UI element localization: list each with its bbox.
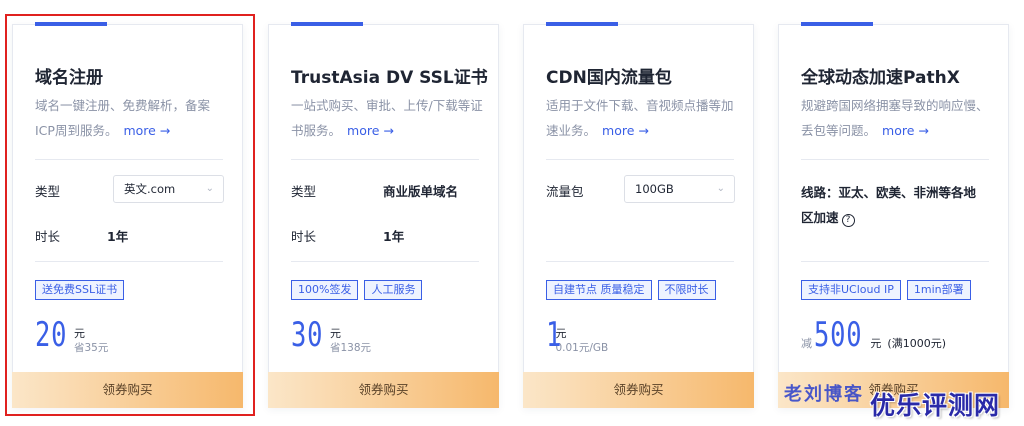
price-saving: 0.01元/GB xyxy=(555,342,609,354)
type-label: 类型 xyxy=(291,184,317,199)
feature-tag: 1min部署 xyxy=(906,280,971,300)
price: 30 元省138元 xyxy=(291,315,371,355)
feature-tags: 支持非UCloud IP 1min部署 xyxy=(801,278,977,300)
price-number: 20 xyxy=(35,315,68,355)
price-prefix: 减 xyxy=(801,337,812,350)
card-title: TrustAsia DV SSL证书 xyxy=(291,68,488,88)
route-info: 线路：亚太、欧美、非洲等各地区加速? xyxy=(801,180,987,230)
duration-row: 时长 1年 xyxy=(35,226,128,245)
feature-tag: 不限时长 xyxy=(657,280,716,300)
type-row: 类型 商业版单域名 xyxy=(291,181,458,200)
feature-tag: 自建节点 质量稳定 xyxy=(546,280,652,300)
more-link[interactable]: more → xyxy=(123,123,170,138)
route-text: 线路：亚太、欧美、非洲等各地区加速 xyxy=(801,185,977,225)
price-number: 500 xyxy=(814,315,863,355)
product-card-pathx: 全球动态加速PathX 规避跨国网络拥塞导致的响应慢、丢包等问题。 more → … xyxy=(778,22,1009,408)
select-value: 英文.com xyxy=(124,182,176,196)
divider xyxy=(801,261,989,262)
watermark-site: 优乐评测网 xyxy=(870,391,1001,420)
traffic-row: 流量包 xyxy=(546,181,618,200)
card-title: CDN国内流量包 xyxy=(546,68,672,88)
card-title: 域名注册 xyxy=(35,68,103,88)
buy-with-coupon-button[interactable]: 领券购买 xyxy=(12,372,243,408)
feature-tags: 自建节点 质量稳定 不限时长 xyxy=(546,278,722,300)
type-row: 类型 xyxy=(35,181,107,200)
price-number: 30 xyxy=(291,315,324,355)
buy-with-coupon-button[interactable]: 领券购买 xyxy=(268,372,499,408)
card-accent-bar xyxy=(291,22,363,26)
price: 20 元省35元 xyxy=(35,315,108,355)
divider xyxy=(35,261,223,262)
type-value: 商业版单域名 xyxy=(383,184,459,199)
price-number: 1 xyxy=(546,315,563,355)
price: 减500 元 (满1000元) xyxy=(801,315,946,355)
chevron-down-icon: ⌄ xyxy=(205,183,214,194)
duration-label: 时长 xyxy=(35,229,61,244)
card-accent-bar xyxy=(801,22,873,26)
duration-row: 时长 1年 xyxy=(291,226,404,245)
card-description: 适用于文件下载、音视频点播等加速业务。 more → xyxy=(546,98,734,138)
watermark-blog: 老刘博客 xyxy=(784,384,864,405)
price-saving: 省138元 xyxy=(329,342,371,354)
price-unit: 元 xyxy=(870,337,882,350)
price-unit: 元 xyxy=(555,327,567,340)
product-card-domain: 域名注册 域名一键注册、免费解析，备案ICP周到服务。 more → 类型 英文.… xyxy=(12,22,243,408)
divider xyxy=(546,159,734,160)
price: 1 元 0.01元/GB xyxy=(546,315,608,355)
feature-tag: 100%签发 xyxy=(291,280,359,300)
feature-tag: 支持非UCloud IP xyxy=(801,280,901,300)
chevron-down-icon: ⌄ xyxy=(716,183,725,194)
feature-tags: 100%签发 人工服务 xyxy=(291,278,428,300)
divider xyxy=(291,261,479,262)
card-description: 规避跨国网络拥塞导致的响应慢、丢包等问题。 more → xyxy=(801,98,989,138)
more-link[interactable]: more → xyxy=(347,123,394,138)
divider xyxy=(546,261,734,262)
domain-type-select[interactable]: 英文.com ⌄ xyxy=(113,175,224,203)
product-card-cdn: CDN国内流量包 适用于文件下载、音视频点播等加速业务。 more → 流量包 1… xyxy=(523,22,754,408)
feature-tag: 人工服务 xyxy=(364,280,423,300)
help-icon[interactable]: ? xyxy=(841,214,855,227)
divider xyxy=(291,159,479,160)
divider xyxy=(35,159,223,160)
duration-value: 1年 xyxy=(107,229,129,244)
more-link[interactable]: more → xyxy=(602,123,649,138)
card-title: 全球动态加速PathX xyxy=(801,68,960,88)
traffic-label: 流量包 xyxy=(546,184,584,199)
card-description: 一站式购买、审批、上传/下载等证书服务。 more → xyxy=(291,98,483,138)
feature-tags: 送免费SSL证书 xyxy=(35,278,130,300)
duration-label: 时长 xyxy=(291,229,317,244)
feature-tag: 送免费SSL证书 xyxy=(35,280,125,300)
price-saving: 省35元 xyxy=(73,342,109,354)
type-label: 类型 xyxy=(35,184,61,199)
card-accent-bar xyxy=(35,22,107,26)
product-card-ssl: TrustAsia DV SSL证书 一站式购买、审批、上传/下载等证书服务。 m… xyxy=(268,22,499,408)
duration-value: 1年 xyxy=(383,229,405,244)
traffic-package-select[interactable]: 100GB ⌄ xyxy=(624,175,735,203)
card-accent-bar xyxy=(546,22,618,26)
card-description: 域名一键注册、免费解析，备案ICP周到服务。 more → xyxy=(35,98,211,138)
price-condition: (满1000元) xyxy=(887,337,946,350)
buy-with-coupon-button[interactable]: 领券购买 xyxy=(523,372,754,408)
more-link[interactable]: more → xyxy=(882,123,929,138)
select-value: 100GB xyxy=(635,182,674,196)
price-unit: 元 xyxy=(329,327,341,340)
price-unit: 元 xyxy=(73,327,85,340)
divider xyxy=(801,159,989,160)
